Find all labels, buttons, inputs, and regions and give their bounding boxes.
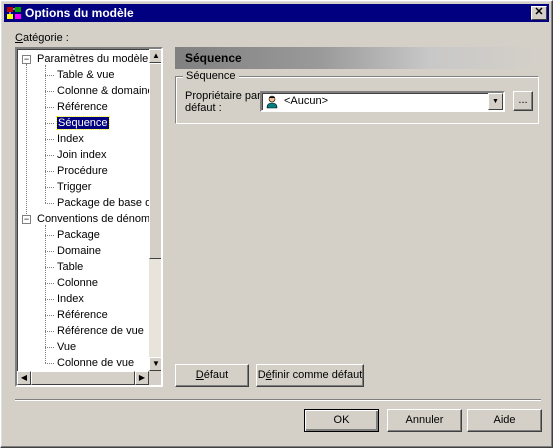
tree-leaf[interactable]: Référence de vue xyxy=(17,323,149,339)
tree-leaf-label: Package de base de xyxy=(57,197,149,209)
tree-branch-line xyxy=(45,267,54,268)
tree-leaf-label: Procédure xyxy=(57,165,108,177)
scroll-thumb[interactable] xyxy=(149,63,161,259)
tree-leaf-label: Index xyxy=(57,133,84,145)
tree-branch-line xyxy=(45,171,54,172)
collapse-icon[interactable]: − xyxy=(22,55,31,64)
default-button[interactable]: Défaut xyxy=(175,364,249,387)
cancel-button[interactable]: Annuler xyxy=(387,409,462,432)
tree-node[interactable]: − Conventions de dénomi xyxy=(17,211,149,227)
tree-branch-line xyxy=(45,251,54,252)
tree-leaf-label: Référence de vue xyxy=(57,325,144,337)
tree-leaf-label: Package xyxy=(57,229,100,241)
scroll-corner xyxy=(149,371,161,385)
tree-branch-line xyxy=(45,331,54,332)
tree-leaf-label: Vue xyxy=(57,341,77,353)
tree-branch-line xyxy=(45,203,54,204)
scroll-right-button[interactable]: ▶ xyxy=(135,371,149,385)
tree-leaf-label: Trigger xyxy=(57,181,92,193)
tree-branch-line xyxy=(45,235,54,236)
tree-leaf-label: Colonne de vue xyxy=(57,357,135,369)
tree-leaf-label: Table & vue xyxy=(57,69,115,81)
tree-branch-line xyxy=(45,123,54,124)
tree-node[interactable]: − Paramètres du modèle xyxy=(17,51,149,67)
tree-branch-line xyxy=(45,107,54,108)
tree-branch-line xyxy=(45,155,54,156)
tree-branch-line xyxy=(45,139,54,140)
tree-leaf[interactable]: Colonne xyxy=(17,275,149,291)
scroll-up-button[interactable]: ▲ xyxy=(149,49,161,63)
tree-leaf-label: Table xyxy=(57,261,84,273)
tree-leaf-label: Domaine xyxy=(57,245,102,257)
tree-leaf[interactable]: Référence xyxy=(17,99,149,115)
tree-leaf-label: Colonne xyxy=(57,277,98,289)
scroll-down-button[interactable]: ▼ xyxy=(149,357,161,371)
tree-connector xyxy=(45,65,46,203)
tree-branch-line xyxy=(45,283,54,284)
tree-leaf[interactable]: Séquence xyxy=(17,115,149,131)
tree-connector xyxy=(45,225,46,363)
options-dialog: Options du modèle ✕ Catégorie : Colonne … xyxy=(0,0,553,448)
title-bar: Options du modèle ✕ xyxy=(4,4,549,22)
user-icon xyxy=(266,95,278,109)
tree-leaf[interactable]: Trigger xyxy=(17,179,149,195)
tree-leaf[interactable]: Package xyxy=(17,227,149,243)
tree-leaf[interactable]: Table & vue xyxy=(17,67,149,83)
tree-branch-line xyxy=(45,187,54,188)
tree-leaf-label: Référence xyxy=(57,101,108,113)
tree-node-label: Paramètres du modèle xyxy=(37,53,149,65)
window-title: Options du modèle xyxy=(25,6,134,20)
tree-branch-line xyxy=(45,75,54,76)
collapse-icon[interactable]: − xyxy=(22,215,31,224)
default-owner-select[interactable]: <Aucun> ▼ xyxy=(260,91,505,112)
tree-leaf[interactable]: Table xyxy=(17,259,149,275)
help-button[interactable]: Aide xyxy=(467,409,542,432)
tree-branch-line xyxy=(45,315,54,316)
tree-branch-line xyxy=(45,91,54,92)
footer-separator xyxy=(15,399,541,401)
owner-value: <Aucun> xyxy=(284,95,329,107)
tree-leaf-label: Colonne & domaine xyxy=(57,85,149,97)
tree-leaf[interactable]: Procédure xyxy=(17,163,149,179)
default-owner-label: Propriétaire par défaut : xyxy=(185,90,261,114)
tree-leaf[interactable]: Vue xyxy=(17,339,149,355)
tree-horizontal-scrollbar[interactable]: ◀ ▶ xyxy=(17,371,149,385)
group-title: Séquence xyxy=(183,70,239,82)
category-label: Catégorie : xyxy=(15,32,69,44)
tree-leaf-label: Référence xyxy=(57,309,108,321)
set-as-default-button[interactable]: Définir comme défaut xyxy=(256,364,364,387)
close-button[interactable]: ✕ xyxy=(531,6,547,20)
tree-leaf[interactable]: Join index xyxy=(17,147,149,163)
tree-branch-line xyxy=(45,363,54,364)
tree-leaf[interactable]: Référence xyxy=(17,307,149,323)
tree-vertical-scrollbar[interactable]: ▲ ▼ xyxy=(149,49,161,371)
browse-owner-button[interactable]: ... xyxy=(513,91,533,111)
horizontal-scroll-thumb[interactable] xyxy=(31,371,135,385)
tree-branch-line xyxy=(45,347,54,348)
tree-root-connector xyxy=(26,64,27,214)
tree-leaf-label: Index xyxy=(57,293,84,305)
tree-node-label: Conventions de dénomi xyxy=(37,213,149,225)
ok-button[interactable]: OK xyxy=(304,409,379,432)
tree-leaf[interactable]: Domaine xyxy=(17,243,149,259)
tree-leaf[interactable]: Index xyxy=(17,291,149,307)
section-header: Séquence xyxy=(175,47,539,69)
dropdown-arrow-icon[interactable]: ▼ xyxy=(488,93,503,110)
scroll-left-button[interactable]: ◀ xyxy=(17,371,31,385)
model-options-icon xyxy=(7,7,21,19)
tree-leaf[interactable]: Colonne de vue xyxy=(17,355,149,371)
tree-leaf[interactable]: Colonne & domaine xyxy=(17,83,149,99)
category-tree[interactable]: Colonne de vue Vue Référence de vue Référen… xyxy=(15,47,163,387)
tree-leaf-label: Séquence xyxy=(56,116,110,130)
tree-leaf-label: Join index xyxy=(57,149,107,161)
tree-branch-line xyxy=(45,299,54,300)
tree-leaf[interactable]: Index xyxy=(17,131,149,147)
tree-leaf[interactable]: Package de base de xyxy=(17,195,149,211)
